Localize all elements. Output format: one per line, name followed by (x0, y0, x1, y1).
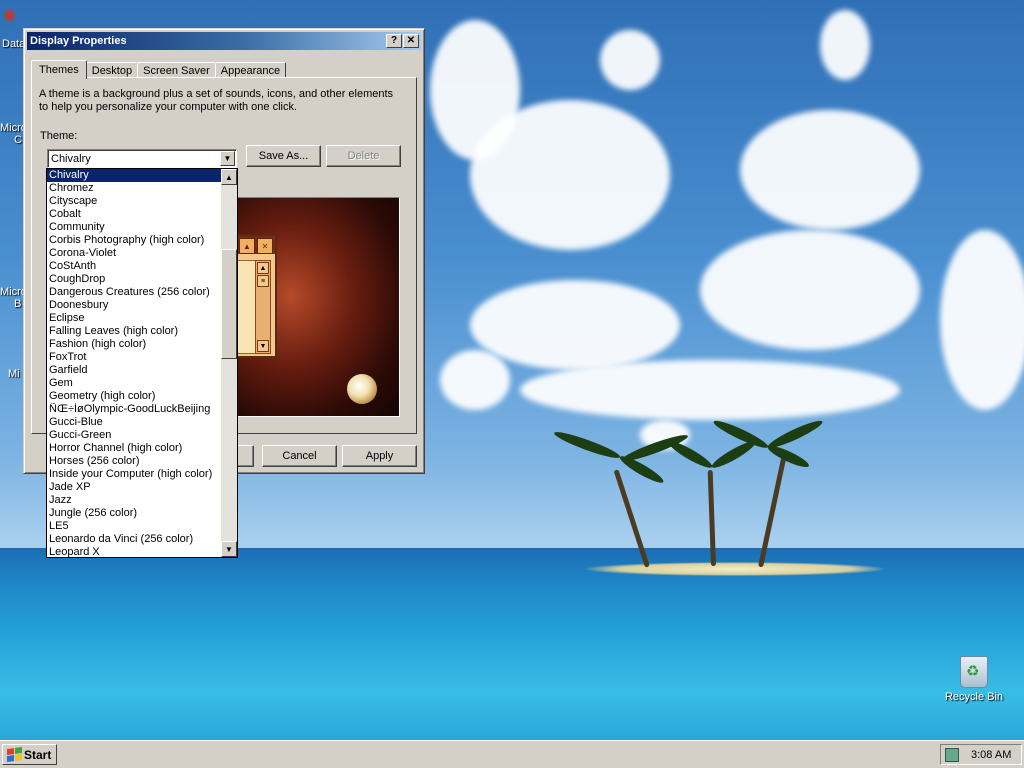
dialog-title: Display Properties (30, 35, 127, 47)
desktop-icon-label[interactable]: Data (2, 38, 25, 50)
theme-option[interactable]: Gucci-Blue (47, 416, 221, 429)
cloud (440, 350, 510, 410)
recycle-bin-icon (960, 656, 988, 688)
theme-option[interactable]: Chivalry (47, 169, 221, 182)
theme-option[interactable]: Gucci-Green (47, 429, 221, 442)
windows-logo-icon (7, 746, 22, 763)
theme-option[interactable]: Jazz (47, 494, 221, 507)
palm-frond (617, 452, 666, 487)
cloud (520, 360, 900, 420)
cloud (740, 110, 920, 230)
theme-dropdown-list[interactable]: Chivalry Chromez Cityscape Cobalt Community C… (46, 168, 238, 558)
theme-option[interactable]: Fashion (high color) (47, 338, 221, 351)
sea (0, 548, 1024, 740)
theme-option[interactable]: Corbis Photography (high color) (47, 234, 221, 247)
dialog-title-bar[interactable]: Display Properties ? ✕ (27, 32, 421, 50)
recycle-bin[interactable]: Recycle Bin (944, 656, 1004, 703)
palm-frond (552, 428, 622, 462)
themes-description: A theme is a background plus a set of so… (39, 88, 394, 113)
save-as-button[interactable]: Save As... (246, 145, 321, 167)
scroll-up-icon[interactable]: ▲ (221, 169, 237, 185)
theme-preview: ▲ ✕ ▲ ≡ ▼ (218, 197, 400, 417)
theme-option[interactable]: Cobalt (47, 208, 221, 221)
palm-frond (765, 442, 811, 471)
theme-option[interactable]: Dangerous Creatures (256 color) (47, 286, 221, 299)
clock[interactable]: 3:08 AM (971, 749, 1011, 761)
island (585, 562, 885, 576)
close-icon: ✕ (406, 35, 416, 46)
scroll-down-icon: ▼ (257, 340, 269, 352)
cloud (470, 280, 680, 370)
theme-option[interactable]: Horses (256 color) (47, 455, 221, 468)
theme-option[interactable]: Geometry (high color) (47, 390, 221, 403)
tab-desktop[interactable]: Desktop (85, 62, 139, 78)
cloud (940, 230, 1024, 410)
theme-option[interactable]: Chromez (47, 182, 221, 195)
cancel-button[interactable]: Cancel (262, 445, 337, 467)
theme-option[interactable]: Leonardo da Vinci (256 color) (47, 533, 221, 546)
desktop-icon-label[interactable]: C (14, 134, 22, 146)
theme-select-value: Chivalry (51, 152, 91, 165)
theme-option[interactable]: ÑŒ÷ÍøOlympic-GoodLuckBeijing (47, 403, 221, 416)
start-label: Start (24, 747, 52, 762)
recycle-bin-label: Recycle Bin (944, 691, 1004, 703)
theme-option[interactable]: Garfield (47, 364, 221, 377)
theme-options: Chivalry Chromez Cityscape Cobalt Community C… (47, 169, 221, 557)
theme-option[interactable]: Falling Leaves (high color) (47, 325, 221, 338)
scroll-thumb[interactable] (221, 249, 237, 359)
maximize-icon: ▲ (239, 238, 255, 254)
theme-option[interactable]: Jade XP (47, 481, 221, 494)
theme-option[interactable]: CoughDrop (47, 273, 221, 286)
list-scrollbar[interactable]: ▲ ▼ (221, 169, 237, 557)
taskbar: Start 3:08 AM (0, 740, 1024, 768)
scroll-thumb-icon: ≡ (257, 275, 269, 287)
desktop-icon[interactable]: ✺ (2, 6, 22, 26)
theme-option[interactable]: Gem (47, 377, 221, 390)
theme-select[interactable]: Chivalry ▼ (47, 149, 237, 168)
preview-desktop-icon (347, 374, 377, 404)
help-button[interactable]: ? (386, 34, 402, 48)
theme-option[interactable]: Leopard X (47, 546, 221, 557)
theme-option[interactable]: Inside your Computer (high color) (47, 468, 221, 481)
network-icon[interactable] (945, 747, 959, 762)
palm-frond (666, 437, 715, 472)
tab-appearance[interactable]: Appearance (214, 62, 287, 78)
theme-option[interactable]: Horror Channel (high color) (47, 442, 221, 455)
chevron-down-icon[interactable]: ▼ (220, 151, 235, 166)
help-icon: ? (390, 35, 398, 46)
theme-option[interactable]: Doonesbury (47, 299, 221, 312)
desktop-icon-label[interactable]: B (14, 298, 21, 310)
close-button[interactable]: ✕ (403, 34, 419, 48)
tab-strip: Themes Desktop Screen Saver Appearance (31, 59, 287, 79)
tab-themes[interactable]: Themes (31, 60, 87, 79)
theme-option[interactable]: Corona-Violet (47, 247, 221, 260)
start-button[interactable]: Start (2, 744, 57, 765)
theme-option[interactable]: FoxTrot (47, 351, 221, 364)
desktop-icon-label[interactable]: Mi (8, 368, 20, 380)
cloud (470, 100, 670, 250)
theme-option[interactable]: Cityscape (47, 195, 221, 208)
close-icon: ✕ (257, 238, 273, 254)
cloud (600, 30, 660, 90)
theme-option[interactable]: Jungle (256 color) (47, 507, 221, 520)
theme-option[interactable]: Community (47, 221, 221, 234)
scroll-down-icon[interactable]: ▼ (221, 541, 237, 557)
theme-option[interactable]: CoStAnth (47, 260, 221, 273)
apply-button[interactable]: Apply (342, 445, 417, 467)
cloud (700, 230, 920, 350)
preview-scrollbar: ▲ ≡ ▼ (255, 260, 271, 354)
system-tray: 3:08 AM (940, 744, 1022, 765)
tab-screen-saver[interactable]: Screen Saver (137, 62, 216, 78)
theme-option[interactable]: Eclipse (47, 312, 221, 325)
cloud (820, 10, 870, 80)
scroll-up-icon: ▲ (257, 262, 269, 274)
theme-option[interactable]: LE5 (47, 520, 221, 533)
theme-label: Theme: (40, 130, 78, 142)
delete-button[interactable]: Delete (326, 145, 401, 167)
